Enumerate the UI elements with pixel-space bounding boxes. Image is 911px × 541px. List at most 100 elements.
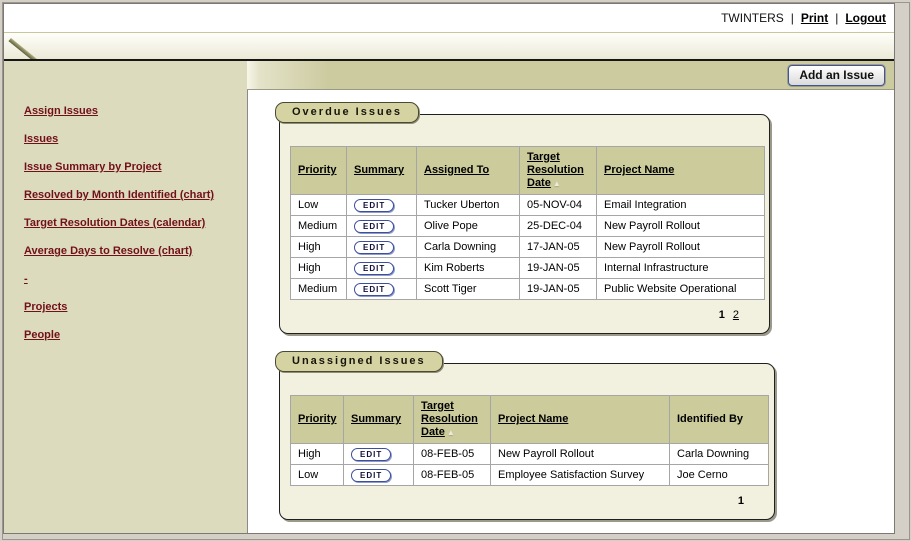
table-cell: Email Integration <box>597 195 765 216</box>
table-cell: Joe Cerno <box>670 465 769 486</box>
table-header-row: Priority Summary Target Resolution Date▲ Pr… <box>291 396 769 444</box>
sidebar-link[interactable]: Resolved by Month Identified (chart) <box>24 189 214 201</box>
column-header[interactable]: Target Resolution Date▲ <box>414 396 491 444</box>
main-content: Overdue Issues Priority Summary Assigned T… <box>247 90 894 533</box>
column-sort-link[interactable]: Summary <box>351 413 401 425</box>
table-cell: 25-DEC-04 <box>520 216 597 237</box>
sidebar-link[interactable]: Target Resolution Dates (calendar) <box>24 217 205 229</box>
summary-cell: EDIT <box>344 444 414 465</box>
separator: | <box>835 11 838 25</box>
unassigned-issues-panel: Unassigned Issues PrioritySummaryTarget … <box>279 363 775 520</box>
edit-button[interactable]: EDIT <box>351 448 391 461</box>
overdue-issues-panel: Overdue Issues PrioritySummaryAssigned T… <box>279 114 770 334</box>
column-sort-link[interactable]: Summary <box>354 164 404 176</box>
sidebar-link[interactable]: People <box>24 329 60 341</box>
sidebar-link[interactable]: Average Days to Resolve (chart) <box>24 245 192 257</box>
sidebar-nav: Assign Issues Issues Issue Summary by Proj… <box>4 61 247 533</box>
column-header: Identified By <box>670 396 769 444</box>
browser-window: TWINTERS | Print | Logout Assign Issues I… <box>0 0 911 541</box>
summary-cell: EDIT <box>347 279 417 300</box>
table-cell: New Payroll Rollout <box>597 237 765 258</box>
table-cell: Low <box>291 465 344 486</box>
sidebar-link[interactable]: Assign Issues <box>24 105 98 117</box>
column-sort-link[interactable]: Assigned To <box>424 164 489 176</box>
column-header[interactable]: Priority <box>291 147 347 195</box>
edit-button[interactable]: EDIT <box>354 199 394 212</box>
table-cell: Scott Tiger <box>417 279 520 300</box>
add-an-issue-button[interactable]: Add an Issue <box>788 65 885 86</box>
content-area: Assign Issues Issues Issue Summary by Proj… <box>4 61 894 533</box>
summary-cell: EDIT <box>347 195 417 216</box>
column-sort-link[interactable]: Project Name <box>604 164 674 176</box>
column-header[interactable]: Project Name <box>597 147 765 195</box>
edit-button[interactable]: EDIT <box>354 220 394 233</box>
column-header[interactable]: Assigned To <box>417 147 520 195</box>
edit-button[interactable]: EDIT <box>354 241 394 254</box>
separator: | <box>791 11 794 25</box>
column-sort-link[interactable]: Priority <box>298 164 337 176</box>
pagination-page-link[interactable]: 2 <box>733 309 739 321</box>
edit-button[interactable]: EDIT <box>351 469 391 482</box>
table-row: HighEDITKim Roberts19-JAN-05Internal Inf… <box>291 258 765 279</box>
print-link[interactable]: Print <box>801 11 828 25</box>
table-row: MediumEDITScott Tiger19-JAN-05Public Web… <box>291 279 765 300</box>
column-sort-link[interactable]: Priority <box>298 413 337 425</box>
sidebar-link[interactable]: Issues <box>24 133 58 145</box>
main-area: Add an Issue Overdue Issues Priority Summ… <box>247 61 894 533</box>
table-cell: 17-JAN-05 <box>520 237 597 258</box>
edit-button[interactable]: EDIT <box>354 262 394 275</box>
table-cell: Medium <box>291 216 347 237</box>
table-cell: Kim Roberts <box>417 258 520 279</box>
table-cell: Carla Downing <box>417 237 520 258</box>
summary-cell: EDIT <box>347 216 417 237</box>
unassigned-issues-table: Priority Summary Target Resolution Date▲ Pr… <box>290 395 769 486</box>
sidebar-item: - <box>24 271 237 286</box>
table-cell: High <box>291 444 344 465</box>
table-row: Medium EDIT Olive Pope25-DEC-04New Payroll… <box>291 216 765 237</box>
sidebar-link[interactable]: Issue Summary by Project <box>24 161 162 173</box>
sidebar-item: Issue Summary by Project <box>24 159 237 174</box>
column-header[interactable]: Summary <box>344 396 414 444</box>
page: TWINTERS | Print | Logout Assign Issues I… <box>3 3 895 534</box>
table-cell: Internal Infrastructure <box>597 258 765 279</box>
summary-cell: EDIT <box>347 258 417 279</box>
column-sort-link[interactable]: Project Name <box>498 413 568 425</box>
column-header[interactable]: Target Resolution Date▲ <box>520 147 597 195</box>
sidebar-link[interactable]: Projects <box>24 301 67 313</box>
table-cell: New Payroll Rollout <box>491 444 670 465</box>
table-cell: Olive Pope <box>417 216 520 237</box>
pagination: 12 <box>290 300 757 323</box>
pagination: 1 <box>290 486 762 509</box>
column-header[interactable]: Project Name <box>491 396 670 444</box>
table-header-row: Priority Summary Assigned To Target Resolut… <box>291 147 765 195</box>
table-cell: 08-FEB-05 <box>414 444 491 465</box>
table-cell: New Payroll Rollout <box>597 216 765 237</box>
logout-link[interactable]: Logout <box>845 11 886 25</box>
table-cell: Low <box>291 195 347 216</box>
table-cell: 05-NOV-04 <box>520 195 597 216</box>
edit-button[interactable]: EDIT <box>354 283 394 296</box>
column-header[interactable]: Priority <box>291 396 344 444</box>
decorative-band <box>4 33 894 59</box>
action-strip: Add an Issue <box>247 61 894 90</box>
pagination-current-page: 1 <box>738 495 744 507</box>
table-cell: 08-FEB-05 <box>414 465 491 486</box>
column-header[interactable]: Summary <box>347 147 417 195</box>
sort-ascending-icon: ▲ <box>553 177 561 190</box>
panel-title: Overdue Issues <box>275 102 419 123</box>
summary-cell: EDIT <box>344 465 414 486</box>
sidebar-item: Target Resolution Dates (calendar) <box>24 215 237 230</box>
sidebar-item: Assign Issues <box>24 103 237 118</box>
panel-body: Priority Summary Assigned To Target Resolut… <box>279 114 770 334</box>
panel-title: Unassigned Issues <box>275 351 443 372</box>
table-row: LowEDITTucker Uberton05-NOV-04Email Inte… <box>291 195 765 216</box>
sidebar-item: Issues <box>24 131 237 146</box>
panel-body: Priority Summary Target Resolution Date▲ Pr… <box>279 363 775 520</box>
table-row: High EDIT Carla Downing17-JAN-05New Payrol… <box>291 237 765 258</box>
table-cell: High <box>291 237 347 258</box>
overdue-issues-table: Priority Summary Assigned To Target Resolut… <box>290 146 765 300</box>
username-label: TWINTERS <box>721 11 784 25</box>
sidebar-item: People <box>24 327 237 342</box>
sidebar-link[interactable]: - <box>24 273 28 285</box>
top-bar: TWINTERS | Print | Logout <box>4 4 894 33</box>
